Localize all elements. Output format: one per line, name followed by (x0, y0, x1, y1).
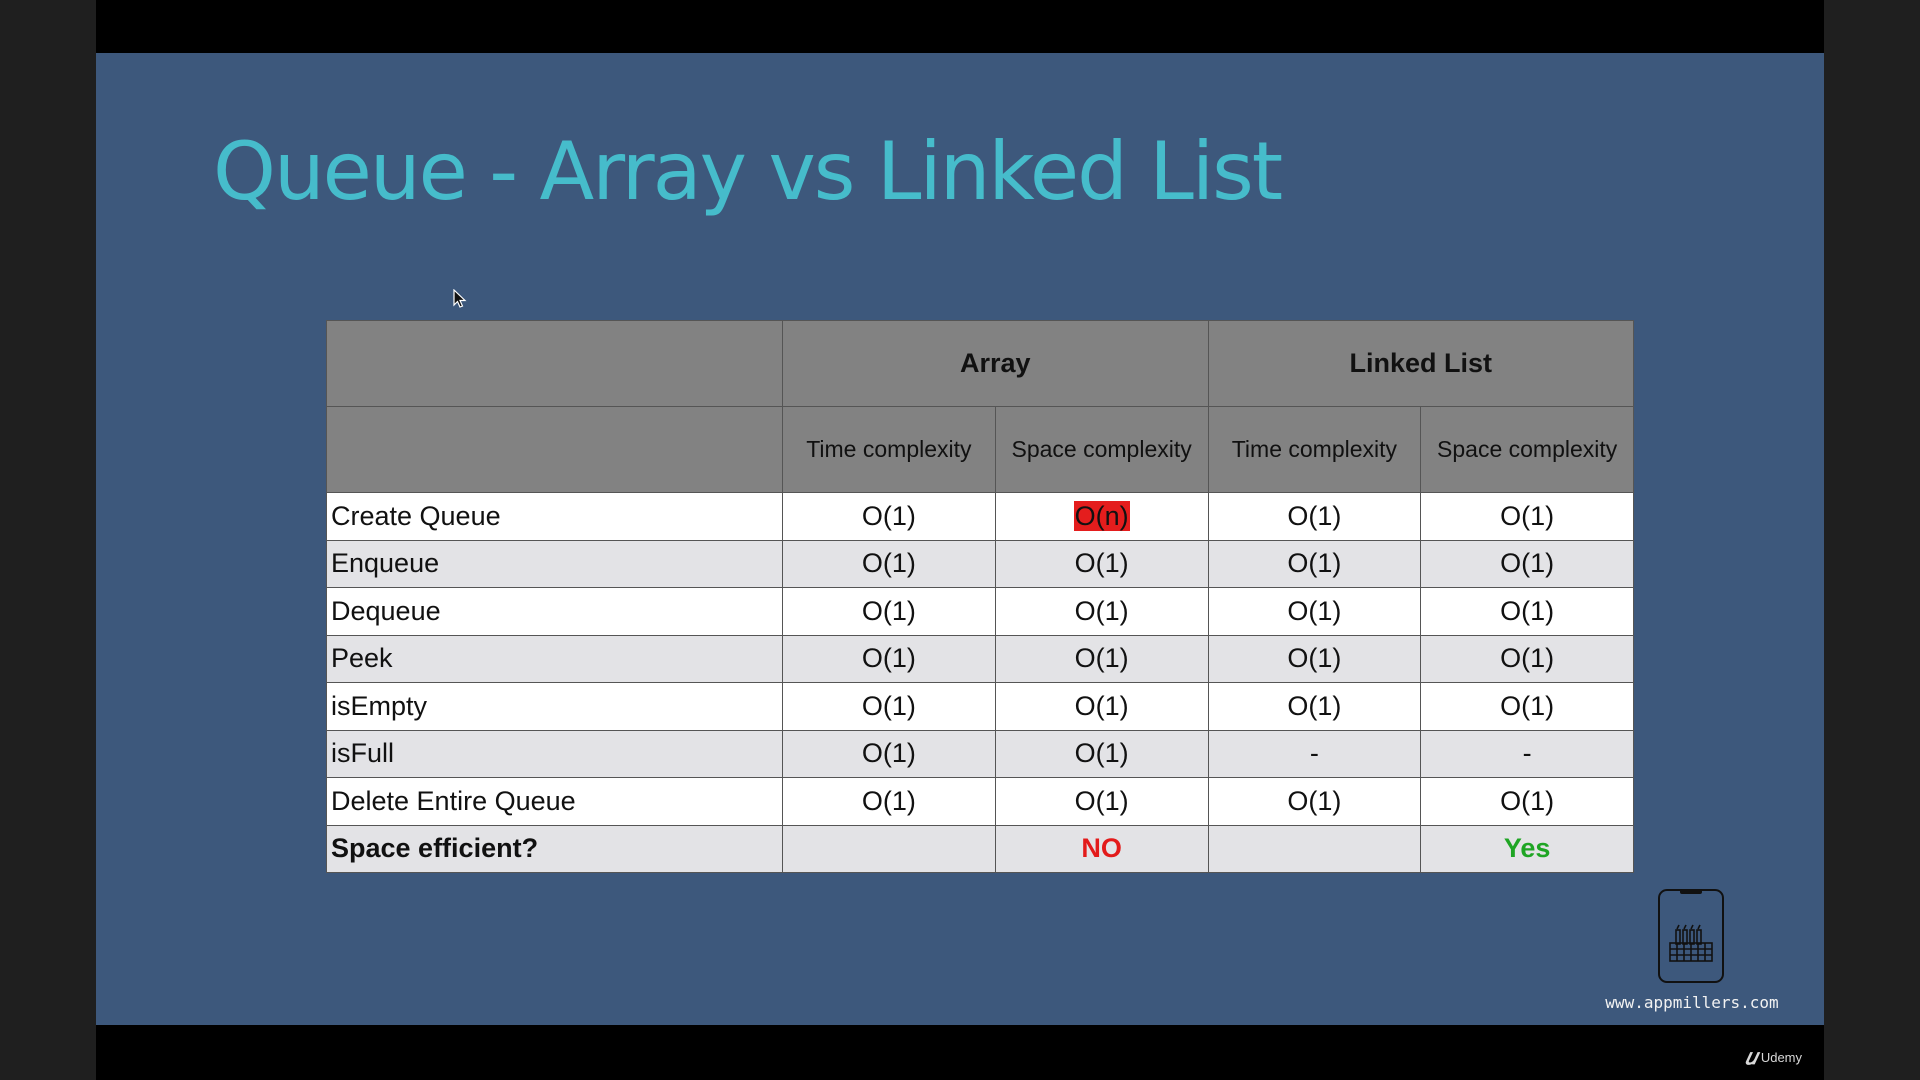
udemy-label: Udemy (1760, 1049, 1803, 1065)
table-cell: O(1) (782, 587, 996, 636)
table-row: Create Queue O(1) O(n) O(1) O(1) (326, 492, 1635, 541)
table-row: isEmpty O(1) O(1) O(1) O(1) (326, 682, 1635, 731)
table-cell: O(1) (994, 539, 1209, 588)
table-cell: O(1) (1207, 682, 1422, 731)
row-label: isEmpty (326, 682, 783, 731)
slide-title: Queue - Array vs Linked List (213, 125, 1283, 218)
group-header-array: Array (782, 320, 1209, 407)
table-cell: O(1) (782, 634, 996, 683)
linked-list-efficiency-value: Yes (1420, 824, 1635, 873)
row-label: Space efficient? (326, 824, 783, 873)
table-cell: O(1) (782, 492, 996, 541)
row-label: Delete Entire Queue (326, 777, 783, 826)
table-cell: O(1) (782, 539, 996, 588)
phone-factory-icon (1658, 889, 1724, 983)
row-label: Dequeue (326, 587, 783, 636)
row-label: Create Queue (326, 492, 783, 541)
table-cell (1207, 824, 1422, 873)
group-header-linked-list: Linked List (1207, 320, 1635, 407)
table-cell: O(1) (1207, 587, 1422, 636)
factory-icon (1669, 924, 1713, 962)
table-cell: O(1) (1207, 634, 1422, 683)
table-cell: O(1) (994, 729, 1209, 778)
table-row: Delete Entire Queue O(1) O(1) O(1) O(1) (326, 777, 1635, 826)
table-cell (782, 824, 996, 873)
table-cell: - (1207, 729, 1422, 778)
table-cell: O(1) (1420, 539, 1635, 588)
array-efficiency-value: NO (994, 824, 1209, 873)
mouse-cursor-icon (453, 289, 467, 308)
table-cell: - (1420, 729, 1635, 778)
table-cell: O(1) (994, 777, 1209, 826)
table-cell: O(1) (1420, 777, 1635, 826)
table-cell: O(1) (994, 587, 1209, 636)
sub-header-row: Time complexity Space complexity Time co… (326, 406, 1635, 493)
table-cell: O(1) (1420, 492, 1635, 541)
udemy-watermark: 𝑢 Udemy (1745, 1044, 1802, 1070)
table-cell: O(1) (994, 634, 1209, 683)
slide: Queue - Array vs Linked List Array Linke… (96, 53, 1824, 1025)
website-url: www.appmillers.com (1605, 993, 1779, 1012)
summary-row: Space efficient? NO Yes (326, 824, 1635, 873)
table-cell: O(1) (1207, 492, 1422, 541)
row-label: Enqueue (326, 539, 783, 588)
table-row: Peek O(1) O(1) O(1) O(1) (326, 634, 1635, 683)
sub-header-linked-list-time: Time complexity (1207, 406, 1422, 493)
table-row: Enqueue O(1) O(1) O(1) O(1) (326, 539, 1635, 588)
table-cell: O(1) (782, 729, 996, 778)
udemy-logo-icon: 𝑢 (1745, 1044, 1757, 1069)
table-cell: O(1) (1207, 777, 1422, 826)
row-label: Peek (326, 634, 783, 683)
sub-header-array-time: Time complexity (782, 406, 996, 493)
group-header-row: Array Linked List (326, 320, 1635, 407)
phone-notch (1680, 889, 1702, 894)
table-cell: O(1) (1207, 539, 1422, 588)
comparison-table: Array Linked List Time complexity Space … (326, 320, 1635, 873)
table-cell: O(1) (994, 682, 1209, 731)
highlighted-value: O(n) (1073, 500, 1130, 531)
row-label: isFull (326, 729, 783, 778)
table-cell: O(n) (994, 492, 1209, 541)
sub-header-blank (326, 406, 783, 493)
header-corner (326, 320, 783, 407)
table-cell: O(1) (1420, 634, 1635, 683)
sub-header-linked-list-space: Space complexity (1420, 406, 1635, 493)
sub-header-array-space: Space complexity (994, 406, 1209, 493)
table-cell: O(1) (1420, 682, 1635, 731)
table-cell: O(1) (782, 777, 996, 826)
table-cell: O(1) (1420, 587, 1635, 636)
table-row: isFull O(1) O(1) - - (326, 729, 1635, 778)
table-row: Dequeue O(1) O(1) O(1) O(1) (326, 587, 1635, 636)
table-cell: O(1) (782, 682, 996, 731)
